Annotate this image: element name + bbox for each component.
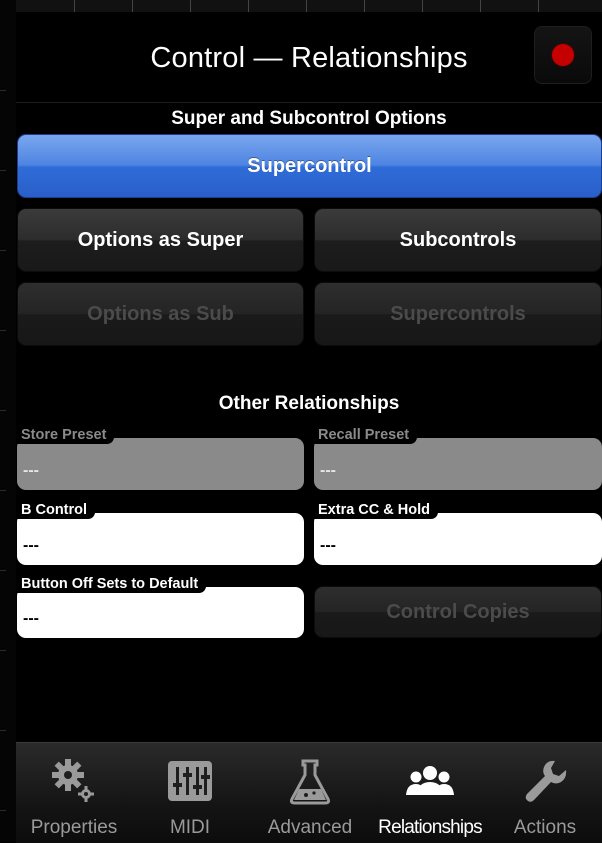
subcontrols-button[interactable]: Subcontrols (314, 208, 602, 272)
button-off-default-label: Button Off Sets to Default (17, 575, 207, 593)
mixer-sliders-icon (168, 761, 212, 801)
tab-relationships[interactable]: Relationships (372, 743, 488, 843)
store-preset-field[interactable]: Store Preset --- (17, 426, 304, 490)
tab-relationships-label: Relationships (378, 817, 482, 838)
extra-cc-hold-label: Extra CC & Hold (314, 501, 438, 519)
recall-preset-label: Recall Preset (314, 426, 418, 444)
supercontrols-button[interactable]: Supercontrols (314, 282, 602, 346)
b-control-value: --- (23, 537, 39, 554)
recall-preset-field[interactable]: Recall Preset --- (314, 426, 602, 490)
b-control-label: B Control (17, 501, 96, 519)
tab-advanced-label: Advanced (267, 817, 353, 838)
options-as-super-button[interactable]: Options as Super (17, 208, 304, 272)
extra-cc-hold-field[interactable]: Extra CC & Hold --- (314, 501, 602, 565)
wrench-icon (525, 760, 567, 802)
tab-bar: Properties MIDI Advanced Relationships A… (16, 742, 602, 843)
flask-icon (289, 759, 331, 805)
record-dot-icon (552, 44, 574, 66)
extra-cc-hold-value: --- (320, 537, 336, 554)
tab-properties[interactable]: Properties (16, 743, 132, 843)
tab-midi-label: MIDI (169, 817, 211, 838)
page-title: Control — Relationships (150, 42, 468, 74)
store-preset-value: --- (23, 462, 39, 479)
store-preset-label: Store Preset (17, 426, 115, 444)
relationships-panel: Control — Relationships Super and Subcon… (16, 0, 602, 843)
b-control-field[interactable]: B Control --- (17, 501, 304, 565)
options-as-sub-button[interactable]: Options as Sub (17, 282, 304, 346)
other-relationships-heading: Other Relationships (218, 393, 400, 414)
tab-properties-label: Properties (30, 817, 118, 838)
record-button[interactable] (534, 26, 592, 84)
tab-actions-label: Actions (513, 817, 577, 838)
super-sub-heading: Super and Subcontrol Options (171, 108, 447, 129)
supercontrol-button[interactable]: Supercontrol (17, 134, 602, 198)
left-ruler (0, 0, 16, 842)
people-icon (406, 766, 454, 795)
tab-midi[interactable]: MIDI (132, 743, 248, 843)
button-off-default-field[interactable]: Button Off Sets to Default --- (17, 575, 304, 638)
tab-actions[interactable]: Actions (488, 743, 602, 843)
button-off-default-value: --- (23, 610, 39, 627)
gears-icon (52, 759, 94, 802)
recall-preset-value: --- (320, 462, 336, 479)
control-copies-button[interactable]: Control Copies (314, 586, 602, 638)
header-bar: Control — Relationships (16, 12, 602, 103)
tab-advanced[interactable]: Advanced (248, 743, 372, 843)
